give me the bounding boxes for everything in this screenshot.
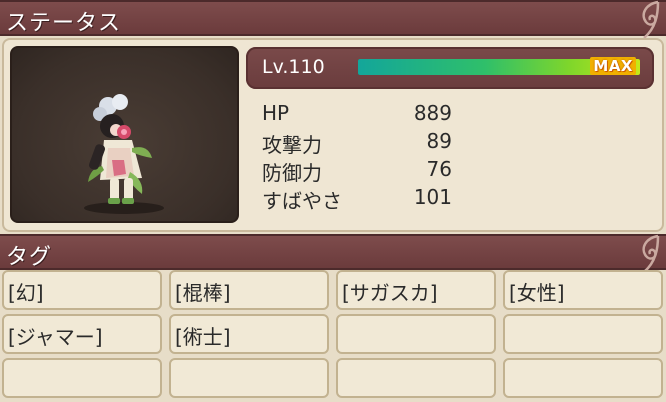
stat-label: HP (262, 101, 290, 125)
tag-cell (336, 358, 496, 398)
tags-header: タグ (0, 234, 666, 273)
tag-cell (2, 358, 162, 398)
max-badge: MAX (590, 57, 636, 75)
tags-title: タグ (6, 245, 53, 270)
exp-gauge: MAX (358, 57, 640, 75)
stat-value: 89 (426, 129, 452, 153)
tag-cell (503, 314, 663, 354)
tag-cell: [女性] (503, 270, 663, 310)
tag-cell (503, 358, 663, 398)
ornament-swirl-icon (642, 0, 660, 39)
tag-cell (336, 314, 496, 354)
character-portrait[interactable] (10, 46, 239, 223)
tag-cell: [幻] (2, 270, 162, 310)
tag-cell: [ジャマー] (2, 314, 162, 354)
level-bar: Lv.110 MAX (246, 47, 654, 89)
stat-value: 76 (426, 157, 452, 181)
stat-row-attack: 攻撃力 89 (262, 129, 452, 157)
stat-value: 101 (413, 185, 452, 209)
tag-cell: [サガスカ] (336, 270, 496, 310)
stat-row-defense: 防御力 76 (262, 157, 452, 185)
character-sprite-icon (84, 94, 164, 214)
stat-row-hp: HP 889 (262, 101, 452, 129)
stat-label: 攻撃力 (262, 133, 322, 157)
tag-cell: [棍棒] (169, 270, 329, 310)
stats-list: HP 889 攻撃力 89 防御力 76 すばやさ 101 (262, 101, 452, 213)
stat-label: すばやさ (262, 189, 342, 213)
stat-value: 889 (413, 101, 452, 125)
status-header: ステータス (0, 0, 666, 39)
ornament-swirl-icon (642, 234, 660, 273)
tag-cell (169, 358, 329, 398)
tag-cell: [術士] (169, 314, 329, 354)
stat-row-speed: すばやさ 101 (262, 185, 452, 213)
stat-label: 防御力 (262, 161, 322, 185)
status-title: ステータス (6, 11, 122, 36)
level-label: Lv.110 (262, 56, 325, 78)
